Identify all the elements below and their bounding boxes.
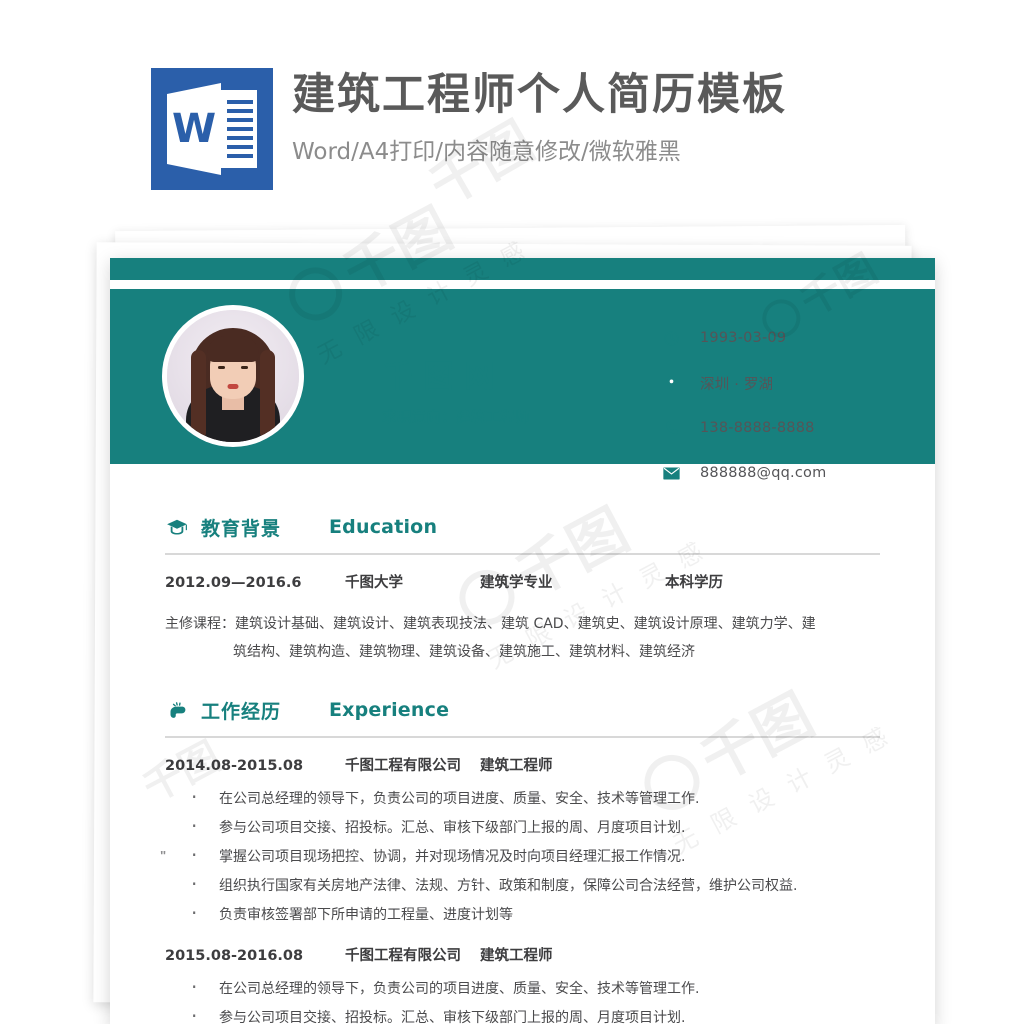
word-document-icon: W: [151, 68, 273, 190]
section-divider: [165, 553, 880, 555]
contact-value: 1993-03-09: [700, 330, 787, 346]
contact-list: 1993-03-09 深圳 · 罗湖 138-8888-8888 888888@…: [660, 320, 910, 500]
resume-page: 千图网 求职意向：建筑工程师 1993-03-09 深圳 · 罗湖 138-88…: [110, 258, 935, 1024]
experience-role: 建筑工程师: [480, 948, 553, 964]
education-school: 千图大学: [345, 575, 403, 591]
experience-bullets: 在公司总经理的领导下，负责公司的项目进度、质量、安全、技术等管理工作. 参与公司…: [165, 973, 880, 1024]
experience-entry-row: 2015.08-2016.08 千图工程有限公司 建筑工程师: [165, 944, 880, 965]
phone-icon: [660, 417, 682, 439]
education-entry-row: 2012.09—2016.6 千图大学 建筑学专业 本科学历: [165, 571, 880, 592]
section-title-cn: 工作经历: [201, 700, 282, 723]
section-header: 工作经历 Experience: [165, 693, 880, 727]
hand-pen-icon: [165, 698, 189, 722]
experience-date: 2014.08-2015.08: [165, 758, 304, 774]
experience-entry-row: 2014.08-2015.08 千图工程有限公司 建筑工程师: [165, 754, 880, 775]
courses-line-2: 筑结构、建筑构造、建筑物理、建筑设备、建筑施工、建筑材料、建筑经济: [233, 644, 695, 660]
banner: W 建筑工程师个人简历模板 Word/A4打印/内容随意修改/微软雅黑: [0, 0, 1024, 218]
candidate-name: 千图网: [382, 359, 505, 395]
title-block: 建筑工程师个人简历模板 Word/A4打印/内容随意修改/微软雅黑: [292, 72, 932, 166]
section-header: 教育背景 Education: [165, 510, 880, 544]
section-title-en: Experience: [329, 699, 450, 721]
experience-company: 千图工程有限公司: [345, 948, 461, 964]
experience-date: 2015.08-2016.08: [165, 948, 304, 964]
job-objective: 求职意向：建筑工程师: [382, 410, 530, 426]
graduation-cap-icon: [165, 515, 189, 539]
page-title: 建筑工程师个人简历模板: [292, 70, 787, 120]
contact-phone: 138-8888-8888: [660, 410, 910, 446]
email-icon: [660, 462, 682, 484]
list-item: 参与公司项目交接、招投标。汇总、审核下级部门上报的周、月度项目计划.: [165, 812, 880, 843]
section-divider: [165, 736, 880, 738]
avatar: [162, 305, 304, 447]
section-experience: 工作经历 Experience 2014.08-2015.08 千图工程有限公司…: [165, 693, 880, 1024]
contact-value: 888888@qq.com: [700, 465, 827, 481]
clock-icon: [660, 327, 682, 349]
section-education: 教育背景 Education 2012.09—2016.6 千图大学 建筑学专业…: [165, 510, 880, 666]
location-icon: [660, 372, 682, 394]
education-degree: 本科学历: [665, 575, 723, 591]
list-item: 参与公司项目交接、招投标。汇总、审核下级部门上报的周、月度项目计划.: [165, 1002, 880, 1024]
svg-text:W: W: [172, 106, 216, 152]
list-item: 在公司总经理的领导下，负责公司的项目进度、质量、安全、技术等管理工作.: [165, 973, 880, 1004]
education-major: 建筑学专业: [480, 575, 553, 591]
stray-quote-mark: ": [160, 848, 167, 863]
contact-birthdate: 1993-03-09: [660, 320, 910, 356]
experience-company: 千图工程有限公司: [345, 758, 461, 774]
list-item: 组织执行国家有关房地产法律、法规、方针、政策和制度，保障公司合法经营，维护公司权…: [165, 870, 880, 901]
education-courses: 主修课程：建筑设计基础、建筑设计、建筑表现技法、建筑 CAD、建筑史、建筑设计原…: [165, 610, 880, 666]
screenshot-root: W 建筑工程师个人简历模板 Word/A4打印/内容随意修改/微软雅黑 千图网 …: [0, 0, 1024, 1024]
contact-value: 138-8888-8888: [700, 420, 815, 436]
avatar-photo: [167, 310, 299, 442]
contact-location: 深圳 · 罗湖: [660, 365, 910, 401]
section-title-cn: 教育背景: [201, 517, 282, 540]
experience-bullets: 在公司总经理的领导下，负责公司的项目进度、质量、安全、技术等管理工作. 参与公司…: [165, 783, 880, 930]
courses-line-1: 主修课程：建筑设计基础、建筑设计、建筑表现技法、建筑 CAD、建筑史、建筑设计原…: [165, 616, 816, 632]
contact-value: 深圳 · 罗湖: [700, 376, 774, 393]
section-title-en: Education: [329, 516, 438, 538]
experience-role: 建筑工程师: [480, 758, 553, 774]
contact-email: 888888@qq.com: [660, 455, 910, 491]
list-item: 掌握公司项目现场把控、协调，并对现场情况及时向项目经理汇报工作情况.: [165, 841, 880, 872]
education-date: 2012.09—2016.6: [165, 575, 302, 591]
list-item: 负责审核签署部下所申请的工程量、进度计划等: [165, 899, 880, 930]
page-subtitle: Word/A4打印/内容随意修改/微软雅黑: [292, 139, 681, 166]
list-item: 在公司总经理的领导下，负责公司的项目进度、质量、安全、技术等管理工作.: [165, 783, 880, 814]
header-accent-bar-top: [110, 258, 935, 280]
